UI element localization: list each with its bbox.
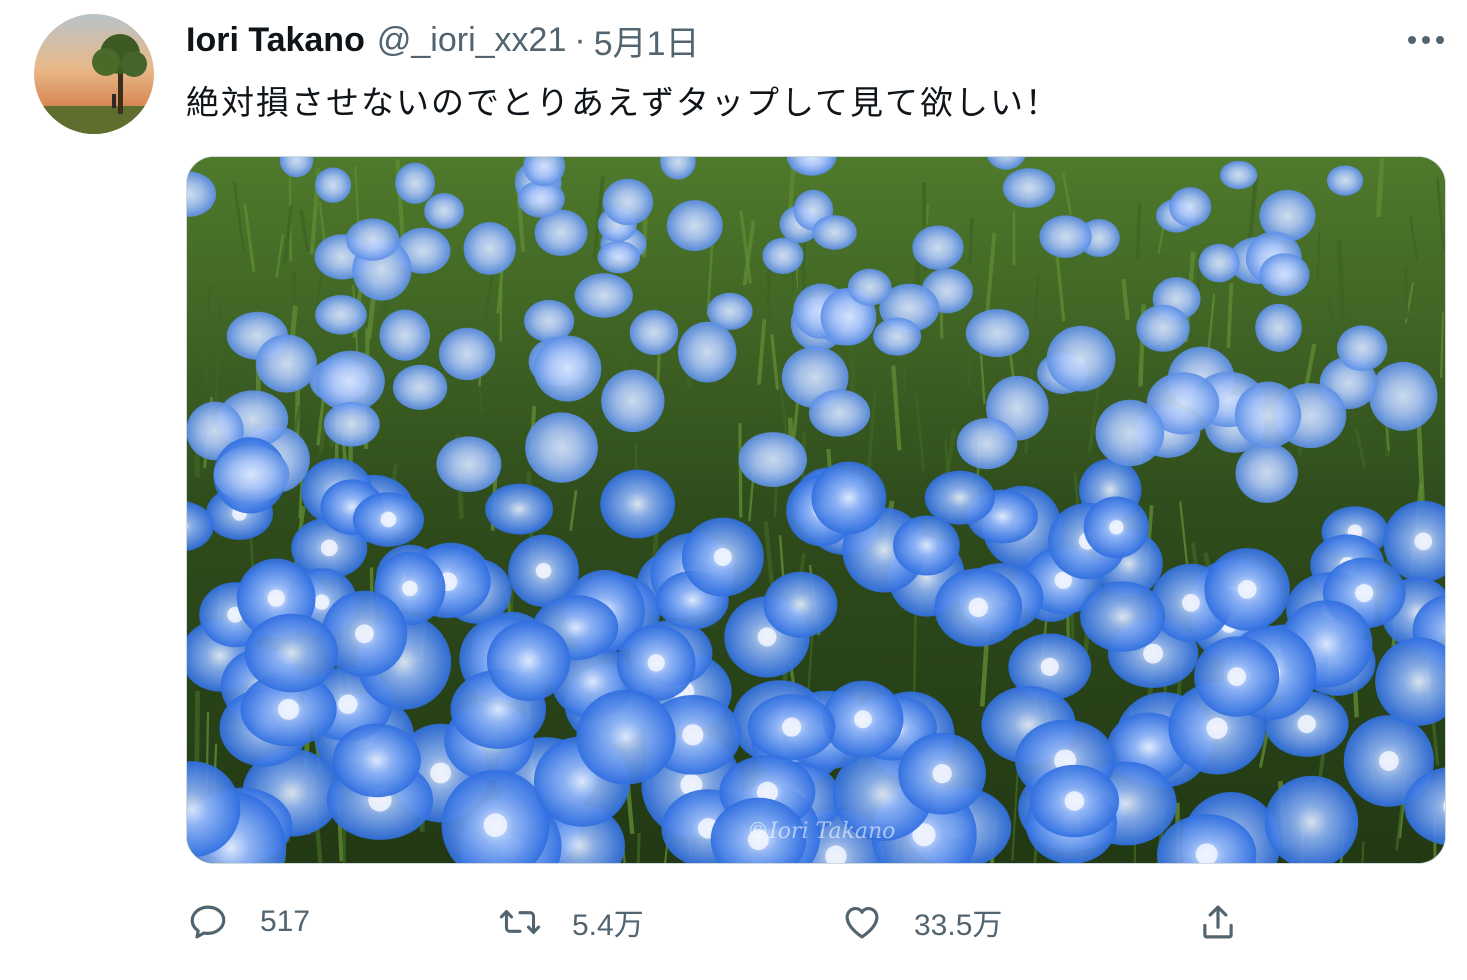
like-button[interactable]: 33.5万 bbox=[840, 890, 1002, 954]
tweet-date[interactable]: 5月1日 bbox=[594, 16, 700, 65]
tweet-text: 絶対損させないのでとりあえずタップして見て欲しい！ bbox=[186, 84, 1061, 121]
separator-dot: · bbox=[574, 20, 586, 59]
heart-icon bbox=[840, 900, 884, 944]
retweet-button[interactable]: 5.4万 bbox=[498, 890, 644, 954]
author-name[interactable]: Iori Takano bbox=[186, 21, 365, 60]
flower-field-image bbox=[187, 157, 1445, 863]
share-button[interactable] bbox=[1196, 890, 1240, 954]
retweet-count: 5.4万 bbox=[572, 909, 644, 942]
reply-count: 517 bbox=[260, 905, 311, 938]
like-count: 33.5万 bbox=[914, 909, 1003, 942]
photo-watermark: ©Iori Takano bbox=[747, 819, 896, 844]
reply-button[interactable]: 517 bbox=[186, 890, 310, 954]
share-icon bbox=[1196, 900, 1240, 944]
retweet-icon bbox=[498, 900, 542, 944]
more-horizontal-icon bbox=[1408, 36, 1444, 44]
author-handle[interactable]: @_iori_xx21 bbox=[377, 21, 567, 60]
tweet-actions: 517 5.4万 33.5万 bbox=[186, 890, 1446, 954]
tweet-header: Iori Takano @_iori_xx21 · 5月1日 bbox=[186, 16, 700, 65]
avatar-image bbox=[34, 14, 154, 134]
tweet: Iori Takano @_iori_xx21 · 5月1日 絶対損させないので… bbox=[0, 0, 1467, 980]
tweet-media-photo[interactable]: ©Iori Takano bbox=[186, 156, 1446, 864]
reply-icon bbox=[186, 900, 230, 944]
more-options-button[interactable] bbox=[1399, 18, 1453, 62]
avatar[interactable] bbox=[34, 14, 154, 134]
